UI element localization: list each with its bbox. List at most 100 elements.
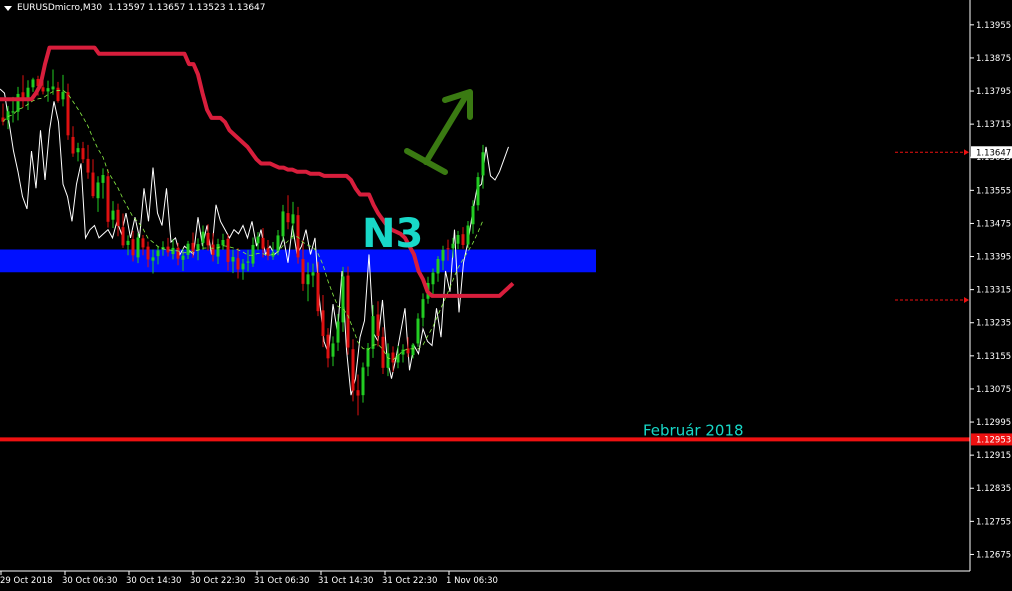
candle-body: [111, 210, 115, 220]
candle-body: [121, 227, 125, 246]
chart-menu-triangle-icon[interactable]: [4, 5, 12, 11]
candle-body: [291, 214, 295, 224]
candle-body: [216, 244, 220, 257]
x-tick-label: 30 Oct 06:30: [62, 576, 117, 586]
candle-body: [171, 247, 175, 255]
y-tick-label: 1.13955: [976, 21, 1011, 31]
candle-body: [81, 148, 85, 160]
candle-body: [211, 244, 215, 255]
candle-body: [241, 263, 245, 270]
y-tick-label: 1.12675: [976, 550, 1011, 560]
candle-body: [46, 88, 50, 92]
candle-body: [151, 257, 155, 261]
candle-body: [286, 213, 290, 223]
candle-body: [481, 152, 485, 176]
candle-body: [281, 211, 285, 237]
x-tick-label: 30 Oct 22:30: [190, 576, 245, 586]
y-tick-label: 1.13715: [976, 120, 1011, 130]
y-tick-label: 1.13555: [976, 186, 1011, 196]
candle-body: [371, 316, 375, 349]
candle-body: [436, 259, 440, 274]
candle-body: [181, 255, 185, 260]
candle-body: [16, 93, 20, 112]
candle-body: [476, 177, 480, 206]
candle-body: [336, 321, 340, 343]
chart-background: [0, 0, 1012, 591]
candle-body: [76, 148, 80, 153]
candle-body: [381, 336, 385, 368]
candle-body: [61, 91, 65, 100]
candle-body: [466, 225, 470, 245]
y-tick-label: 1.12915: [976, 451, 1011, 461]
y-tick-label: 1.12995: [976, 418, 1011, 428]
chart-svg[interactable]: N3 Február 2018 1.13955 1.13875 1.13795 1.137…: [0, 0, 1012, 591]
candle-body: [156, 250, 160, 257]
candle-body: [191, 242, 195, 252]
candle-body: [261, 237, 265, 249]
candle-body: [456, 235, 460, 244]
y-tick-label: 1.13235: [976, 319, 1011, 329]
candle-body: [11, 111, 15, 113]
y-tick-label: 1.13075: [976, 385, 1011, 395]
candle-body: [266, 248, 270, 256]
candle-body: [201, 231, 205, 243]
candle-body: [296, 215, 300, 258]
y-tick-label: 1.12755: [976, 517, 1011, 527]
candle-body: [316, 272, 320, 312]
candle-body: [146, 246, 150, 260]
x-tick-label: 30 Oct 14:30: [126, 576, 181, 586]
candle-body: [341, 276, 345, 323]
candle-body: [386, 353, 390, 368]
support-price-label: 1.12953: [976, 435, 1011, 445]
candle-body: [311, 272, 315, 276]
candle-body: [131, 239, 135, 256]
candle-body: [461, 234, 465, 245]
y-tick-label: 1.13795: [976, 87, 1011, 97]
candle-body: [421, 299, 425, 318]
y-tick-label: 1.13395: [976, 253, 1011, 263]
symbol-timeframe-label: EURUSDmicro,M30: [17, 3, 103, 13]
candle-body: [376, 314, 380, 336]
candle-body: [276, 235, 280, 252]
candle-body: [416, 318, 420, 344]
candle-body: [6, 111, 10, 120]
candle-body: [256, 236, 260, 244]
y-tick-label: 1.13155: [976, 352, 1011, 362]
y-tick-label: 1.13875: [976, 54, 1011, 64]
candle-body: [66, 92, 70, 136]
candle-body: [206, 232, 210, 246]
ohlc-readout: 1.13597 1.13657 1.13523 1.13647: [108, 3, 266, 13]
candle-body: [106, 176, 110, 222]
candle-body: [116, 209, 120, 226]
candle-body: [101, 175, 105, 183]
candle-body: [231, 256, 235, 262]
candle-body: [356, 390, 360, 396]
candle-body: [91, 172, 95, 197]
x-tick-label: 31 Oct 22:30: [382, 576, 437, 586]
candle-body: [411, 344, 415, 356]
pattern-label-n3: N3: [362, 211, 423, 257]
candle-body: [176, 247, 180, 259]
candle-body: [136, 237, 140, 258]
candle-body: [86, 158, 90, 173]
current-price-label: 1.13647: [976, 148, 1011, 158]
candle-body: [396, 355, 400, 363]
x-tick-label: 31 Oct 06:30: [254, 576, 309, 586]
x-tick-label: 1 Nov 06:30: [446, 576, 498, 586]
candle-body: [41, 87, 45, 92]
candle-body: [471, 206, 475, 225]
candle-body: [326, 334, 330, 359]
x-tick-label: 31 Oct 14:30: [318, 576, 373, 586]
candle-body: [446, 248, 450, 250]
candle-body: [331, 343, 335, 357]
candle-body: [351, 349, 355, 391]
candle-body: [96, 182, 100, 199]
candle-body: [321, 310, 325, 336]
candle-body: [251, 244, 255, 264]
candle-body: [71, 136, 75, 154]
x-tick-label: 29 Oct 2018: [0, 576, 53, 586]
candle-body: [361, 367, 365, 396]
candle-body: [451, 243, 455, 249]
candle-body: [391, 352, 395, 363]
candle-body: [366, 347, 370, 367]
